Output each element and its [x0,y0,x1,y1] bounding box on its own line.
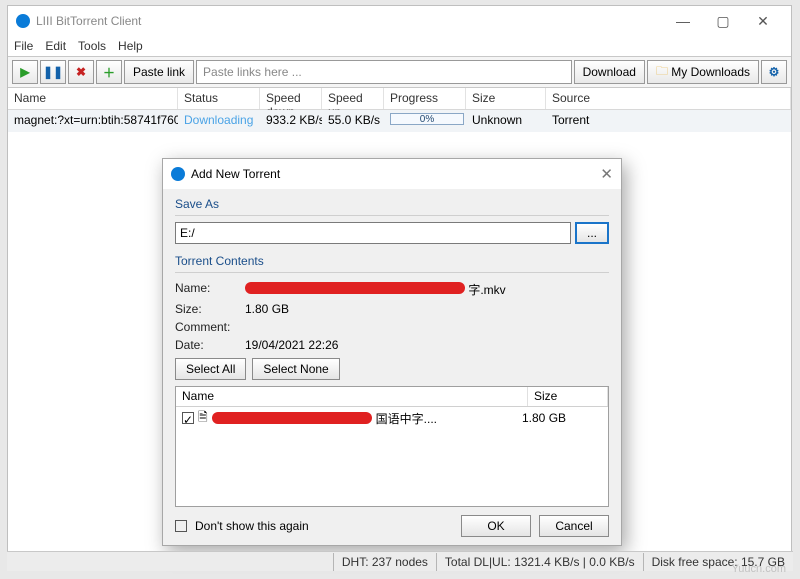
download-button[interactable]: Download [574,60,645,84]
ok-button[interactable]: OK [461,515,531,537]
cell-source: Torrent [546,110,791,132]
watermark: Yuucn.com [732,563,786,575]
col-progress[interactable]: Progress [384,88,466,109]
info-icon [171,167,185,181]
dont-show-checkbox[interactable] [175,520,187,532]
pause-icon: ❚❚ [43,65,63,79]
add-torrent-dialog: Add New Torrent ✕ Save As E:/ ... Torren… [162,158,622,546]
col-size[interactable]: Size [466,88,546,109]
menu-tools[interactable]: Tools [78,39,106,53]
toolbar: ▶ ❚❚ ✖ ＋ Paste link Paste links here ...… [8,56,791,88]
dialog-title: Add New Torrent [191,167,280,181]
cancel-button[interactable]: Cancel [539,515,609,537]
status-dht: DHT: 237 nodes [333,553,436,571]
date-key: Date: [175,338,245,352]
name-value: 字.mkv [245,281,506,298]
cell-status: Downloading [178,110,260,132]
redacted-icon [212,412,372,424]
add-button[interactable]: ＋ [96,60,122,84]
col-source[interactable]: Source [546,88,791,109]
table-header: Name Status Speed down Speed up Progress… [8,88,791,110]
file-checkbox[interactable]: ✓ [182,412,194,424]
my-downloads-button[interactable]: 🗀 My Downloads [647,60,759,84]
file-row[interactable]: ✓ 🗎 国语中字.... 1.80 GB [176,407,608,429]
pause-button[interactable]: ❚❚ [40,60,66,84]
comment-key: Comment: [175,320,245,334]
gear-icon: ⚙ [769,65,780,79]
file-icon: 🗎 [198,408,208,429]
menubar: File Edit Tools Help [8,36,791,56]
maximize-icon[interactable]: ▢ [703,7,743,35]
col-name[interactable]: Name [8,88,178,109]
table-row[interactable]: magnet:?xt=urn:btih:58741f76090c... Down… [8,110,791,132]
cell-name: magnet:?xt=urn:btih:58741f76090c... [8,110,178,132]
cell-progress: 0% [384,110,466,132]
file-list: Name Size ✓ 🗎 国语中字.... 1.80 GB [175,386,609,507]
plus-icon: ＋ [103,64,115,81]
file-size: 1.80 GB [522,411,602,425]
size-value: 1.80 GB [245,302,289,316]
titlebar: LIII BitTorrent Client — ▢ ✕ [8,6,791,36]
col-speed-down[interactable]: Speed down [260,88,322,109]
paste-links-input[interactable]: Paste links here ... [196,60,572,84]
cell-speed-up: 55.0 KB/s [322,110,384,132]
folder-icon: 🗀 [656,62,668,83]
col-status[interactable]: Status [178,88,260,109]
menu-edit[interactable]: Edit [45,39,66,53]
save-path-input[interactable]: E:/ [175,222,571,244]
statusbar: DHT: 237 nodes Total DL|UL: 1321.4 KB/s … [7,551,793,571]
progress-bar: 0% [390,113,464,125]
col-speed-up[interactable]: Speed up [322,88,384,109]
file-name: 国语中字.... [376,410,518,427]
file-col-name[interactable]: Name [176,387,528,406]
close-icon[interactable]: ✕ [743,7,783,35]
save-as-label: Save As [175,197,609,211]
app-icon [16,14,30,28]
status-total: Total DL|UL: 1321.4 KB/s | 0.0 KB/s [436,553,643,571]
cell-size: Unknown [466,110,546,132]
menu-file[interactable]: File [14,39,33,53]
settings-button[interactable]: ⚙ [761,60,787,84]
dialog-titlebar: Add New Torrent ✕ [163,159,621,189]
contents-label: Torrent Contents [175,254,609,268]
select-all-button[interactable]: Select All [175,358,246,380]
stop-button[interactable]: ✖ [68,60,94,84]
menu-help[interactable]: Help [118,39,143,53]
start-button[interactable]: ▶ [12,60,38,84]
paste-link-button[interactable]: Paste link [124,60,194,84]
dialog-close-icon[interactable]: ✕ [600,165,613,183]
browse-button[interactable]: ... [575,222,609,244]
x-icon: ✖ [76,65,86,79]
minimize-icon[interactable]: — [663,7,703,35]
window-title: LIII BitTorrent Client [36,14,141,28]
redacted-icon [245,282,465,294]
dont-show-label: Don't show this again [195,519,309,533]
name-key: Name: [175,281,245,298]
cell-speed-down: 933.2 KB/s [260,110,322,132]
size-key: Size: [175,302,245,316]
date-value: 19/04/2021 22:26 [245,338,338,352]
play-icon: ▶ [20,65,29,79]
file-col-size[interactable]: Size [528,387,608,406]
select-none-button[interactable]: Select None [252,358,339,380]
